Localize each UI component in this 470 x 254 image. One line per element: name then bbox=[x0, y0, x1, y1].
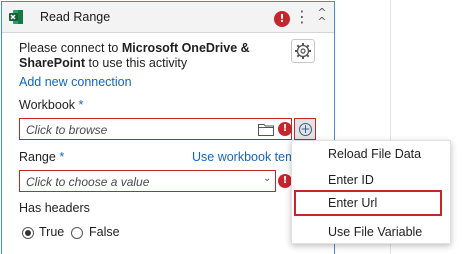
activity-header: Read Range ! ⋮ ^ ^ bbox=[2, 2, 334, 33]
workbook-options-menu: Reload File Data Enter ID Enter Url Use … bbox=[291, 140, 451, 244]
workbook-label: Workbook * bbox=[19, 98, 84, 112]
more-options-icon[interactable]: ⋮ bbox=[294, 7, 310, 27]
folder-icon[interactable] bbox=[258, 123, 274, 136]
range-error-icon: ! bbox=[278, 174, 292, 188]
radio-true-label[interactable]: True bbox=[39, 225, 64, 239]
workbook-placeholder: Click to browse bbox=[26, 123, 108, 137]
use-workbook-template-link[interactable]: Use workbook temp bbox=[192, 150, 302, 164]
excel-icon bbox=[9, 10, 23, 24]
menu-item-enter-url[interactable]: Enter Url bbox=[294, 190, 442, 216]
workbook-options-button[interactable]: + bbox=[294, 118, 316, 140]
activity-title: Read Range bbox=[40, 10, 111, 24]
workbook-input[interactable]: Click to browse ! bbox=[19, 118, 292, 140]
error-icon[interactable]: ! bbox=[274, 11, 290, 27]
radio-false[interactable] bbox=[71, 227, 83, 239]
connection-message: Please connect to Microsoft OneDrive & S… bbox=[19, 41, 250, 70]
collapse-icon[interactable]: ^ ^ bbox=[314, 7, 330, 28]
gear-icon bbox=[295, 43, 311, 59]
menu-item-reload-file-data[interactable]: Reload File Data bbox=[292, 141, 450, 167]
read-range-activity: Read Range ! ⋮ ^ ^ Please connect to Micr… bbox=[1, 1, 335, 254]
connection-settings-button[interactable] bbox=[291, 39, 315, 63]
has-headers-label: Has headers bbox=[19, 201, 90, 215]
plus-icon: + bbox=[299, 122, 312, 136]
menu-item-use-file-variable[interactable]: Use File Variable bbox=[292, 219, 450, 245]
radio-false-label[interactable]: False bbox=[89, 225, 120, 239]
range-label: Range * bbox=[19, 150, 65, 164]
range-input[interactable]: Click to choose a value ⌄ bbox=[19, 170, 276, 192]
range-placeholder: Click to choose a value bbox=[26, 175, 150, 189]
radio-true[interactable] bbox=[22, 227, 34, 239]
chevron-down-icon[interactable]: ⌄ bbox=[263, 173, 271, 184]
workbook-error-icon: ! bbox=[278, 122, 292, 136]
add-new-connection-link[interactable]: Add new connection bbox=[19, 75, 132, 89]
